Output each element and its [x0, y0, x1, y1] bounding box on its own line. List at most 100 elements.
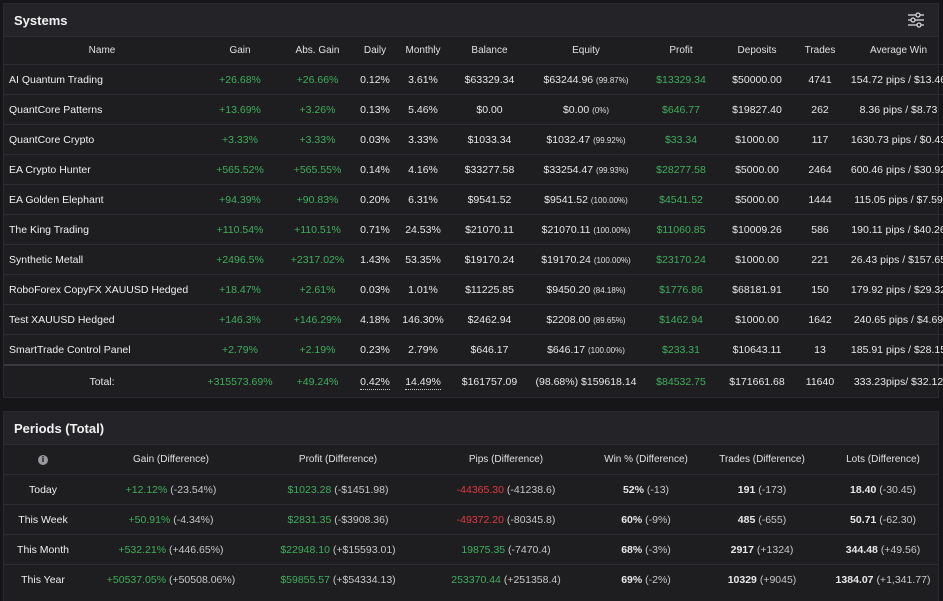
periods-table: i Gain (Difference) Profit (Difference) Pip… — [4, 445, 938, 594]
period-label: This Month — [4, 534, 82, 565]
gain-value: +94.39% — [200, 184, 280, 215]
periods-header-row: i Gain (Difference) Profit (Difference) Pip… — [4, 445, 938, 475]
equity-amount: $9541.52 — [544, 193, 588, 206]
monthly-value: 3.61% — [395, 64, 451, 95]
period-row: This Year +50537.05% (+50508.06%) $59855.5… — [4, 564, 938, 594]
gain-value: +110.54% — [200, 214, 280, 245]
average-win-value: 1630.73 pips / $0.43 — [844, 124, 943, 155]
monthly-value: 2.79% — [395, 334, 451, 365]
total-daily-text[interactable]: 0.42% — [360, 376, 390, 390]
lots-difference: (-30.45) — [879, 483, 916, 496]
column-header[interactable]: Daily — [355, 37, 395, 65]
system-row: Synthetic Metall +2496.5% +2317.02% 1.43% 53… — [4, 244, 943, 275]
system-name[interactable]: EA Golden Elephant — [4, 184, 200, 215]
gain-cell: +50.91% (-4.34%) — [82, 504, 260, 535]
lots-difference: (-62.30) — [879, 513, 916, 526]
system-name[interactable]: The King Trading — [4, 214, 200, 245]
column-header[interactable]: Abs. Gain — [280, 37, 355, 65]
trades-difference: (+9045) — [759, 573, 797, 586]
abs-gain-value: +2.19% — [280, 334, 355, 365]
column-header[interactable]: Trades — [796, 37, 844, 65]
trades-value: 586 — [796, 214, 844, 245]
total-abs-gain: +49.24% — [280, 364, 355, 398]
equity-value: $0.00 (0%) — [528, 94, 644, 125]
system-row: QuantCore Crypto +3.33% +3.33% 0.03% 3.33% $1… — [4, 124, 943, 155]
column-header: Gain (Difference) — [133, 454, 209, 465]
abs-gain-value: +3.33% — [280, 124, 355, 155]
column-header[interactable]: Monthly — [395, 37, 451, 65]
gain-value: +13.69% — [200, 94, 280, 125]
column-header: Trades (Difference) — [719, 454, 805, 465]
equity-percent: (99.87%) — [596, 75, 629, 85]
equity-percent: (100.00%) — [587, 345, 625, 355]
profit-cell: $22948.10 (+$15593.01) — [260, 534, 416, 565]
trades-value: 485 — [737, 513, 756, 526]
win-rate-value: 60% — [621, 513, 643, 526]
average-win-value: 600.46 pips / $30.92 — [844, 154, 943, 185]
equity-value: $1032.47 (99.92%) — [528, 124, 644, 155]
system-row: The King Trading +110.54% +110.51% 0.71% 24.… — [4, 214, 943, 245]
daily-value: 0.14% — [355, 154, 395, 185]
profit-value: $11060.85 — [644, 214, 718, 245]
system-name[interactable]: AI Quantum Trading — [4, 64, 200, 95]
trades-cell: 191 (-173) — [696, 474, 828, 505]
profit-value: $233.31 — [644, 334, 718, 365]
profit-difference: (-$3908.36) — [334, 513, 389, 526]
daily-value: 0.12% — [355, 64, 395, 95]
system-name[interactable]: RoboForex CopyFX XAUUSD Hedged — [4, 274, 200, 305]
system-name[interactable]: QuantCore Crypto — [4, 124, 200, 155]
equity-value: $646.17 (100.00%) — [528, 334, 644, 365]
lots-difference: (+49.56) — [880, 543, 921, 556]
balance-value: $21070.11 — [451, 214, 528, 245]
column-header[interactable]: Average Win — [844, 37, 943, 65]
total-monthly-text[interactable]: 14.49% — [405, 376, 441, 390]
gain-value: +3.33% — [200, 124, 280, 155]
column-header[interactable]: Balance — [451, 37, 528, 65]
period-row: This Week +50.91% (-4.34%) $2831.35 (-$390… — [4, 504, 938, 535]
info-icon[interactable]: i — [38, 455, 48, 465]
system-name[interactable]: SmartTrade Control Panel — [4, 334, 200, 365]
lots-value: 1384.07 — [835, 573, 874, 586]
profit-value: $1023.28 — [287, 483, 332, 496]
column-header[interactable]: Profit — [644, 37, 718, 65]
column-header: Win % (Difference) — [604, 454, 688, 465]
equity-amount: $646.17 — [547, 343, 586, 356]
system-row: QuantCore Patterns +13.69% +3.26% 0.13% 5.46… — [4, 94, 943, 125]
win-rate-difference: (-13) — [646, 483, 670, 496]
equity-percent: (99.93%) — [596, 165, 629, 175]
system-name[interactable]: Test XAUUSD Hedged — [4, 304, 200, 335]
trades-difference: (-655) — [758, 513, 787, 526]
gain-cell: +50537.05% (+50508.06%) — [82, 564, 260, 594]
gain-difference: (+446.65%) — [168, 543, 224, 556]
equity-percent: (100.00%) — [590, 195, 628, 205]
pips-cell: 253370.44 (+251358.4) — [416, 564, 596, 594]
system-row: RoboForex CopyFX XAUUSD Hedged +18.47% +2.… — [4, 274, 943, 305]
equity-amount: $1032.47 — [546, 133, 591, 146]
pips-value: -44365.30 — [456, 483, 504, 496]
deposits-value: $10009.26 — [718, 214, 796, 245]
lots-cell: 344.48 (+49.56) — [828, 534, 938, 565]
system-name[interactable]: EA Crypto Hunter — [4, 154, 200, 185]
profit-cell: $1023.28 (-$1451.98) — [260, 474, 416, 505]
lots-value: 344.48 — [845, 543, 878, 556]
equity-amount: $2208.00 — [546, 313, 591, 326]
deposits-value: $5000.00 — [718, 154, 796, 185]
system-row: EA Crypto Hunter +565.52% +565.55% 0.14% 4.1… — [4, 154, 943, 185]
column-header[interactable]: Equity — [528, 37, 644, 65]
equity-percent: (84.18%) — [593, 285, 626, 295]
system-name[interactable]: QuantCore Patterns — [4, 94, 200, 125]
abs-gain-value: +2317.02% — [280, 244, 355, 275]
column-header[interactable]: Name — [4, 37, 200, 65]
trades-value: 13 — [796, 334, 844, 365]
equity-value: $2208.00 (89.65%) — [528, 304, 644, 335]
gain-value: +146.3% — [200, 304, 280, 335]
gain-value: +565.52% — [200, 154, 280, 185]
win-rate-value: 52% — [622, 483, 644, 496]
column-header[interactable]: Deposits — [718, 37, 796, 65]
column-header[interactable]: Gain — [200, 37, 280, 65]
lots-cell: 18.40 (-30.45) — [828, 474, 938, 505]
system-name[interactable]: Synthetic Metall — [4, 244, 200, 275]
gain-value: +12.12% — [125, 483, 168, 496]
sliders-icon[interactable] — [906, 10, 926, 30]
equity-amount: $0.00 — [562, 103, 590, 116]
